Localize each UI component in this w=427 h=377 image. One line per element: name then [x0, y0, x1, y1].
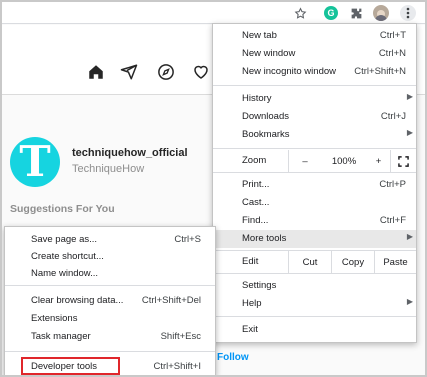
menu-item-label: Settings: [242, 280, 277, 291]
submenu-item-shortcut: Ctrl+Shift+I: [153, 361, 201, 372]
menu-item-more-tools[interactable]: More tools ▶: [213, 230, 416, 248]
submenu-item-shortcut: Shift+Esc: [160, 331, 201, 342]
suggestions-title: Suggestions For You: [10, 203, 115, 215]
menu-divider: [213, 148, 416, 149]
chevron-right-icon: ▶: [406, 92, 413, 101]
submenu-item-label: Clear browsing data...: [31, 295, 124, 306]
menu-item-label: Exit: [242, 324, 258, 335]
cut-button[interactable]: Cut: [288, 251, 331, 273]
submenu-divider: [5, 285, 215, 286]
submenu-item-clear-data[interactable]: Clear browsing data... Ctrl+Shift+Del: [5, 292, 215, 309]
menu-item-print[interactable]: Print... Ctrl+P: [213, 176, 416, 194]
menu-item-shortcut: Ctrl+J: [380, 111, 406, 122]
star-icon[interactable]: [292, 5, 308, 21]
menu-divider: [213, 273, 416, 274]
menu-divider: [213, 172, 416, 173]
menu-item-label: Find...: [242, 215, 269, 226]
menu-item-settings[interactable]: Settings: [213, 277, 416, 295]
menu-item-label: Downloads: [242, 111, 289, 122]
submenu-item-extensions[interactable]: Extensions: [5, 310, 215, 327]
more-tools-submenu: Save page as... Ctrl+S Create shortcut..…: [4, 226, 216, 375]
menu-item-help[interactable]: Help ▶: [213, 295, 416, 313]
fullscreen-icon[interactable]: [390, 150, 416, 172]
menu-item-new-tab[interactable]: New tab Ctrl+T: [213, 27, 416, 45]
menu-item-shortcut: Ctrl+Shift+N: [354, 66, 406, 77]
highlight-box: [21, 357, 120, 375]
submenu-item-shortcut: Ctrl+Shift+Del: [141, 295, 201, 306]
submenu-item-label: Create shortcut...: [31, 251, 104, 262]
submenu-item-label: Name window...: [31, 268, 99, 279]
menu-item-exit[interactable]: Exit: [213, 321, 416, 339]
profile-avatar[interactable]: T: [10, 137, 60, 187]
menu-item-shortcut: Ctrl+F: [379, 215, 406, 226]
menu-item-find[interactable]: Find... Ctrl+F: [213, 212, 416, 230]
menu-dots-icon[interactable]: [400, 5, 416, 21]
copy-button[interactable]: Copy: [331, 251, 374, 273]
menu-item-shortcut: Ctrl+N: [378, 48, 406, 59]
browser-window: G T techniquehow_official TechniqueHow S…: [2, 2, 425, 375]
menu-item-shortcut: Ctrl+P: [379, 179, 406, 190]
chevron-right-icon: ▶: [406, 232, 413, 241]
zoom-out-button[interactable]: –: [288, 150, 321, 172]
menu-item-history[interactable]: History ▶: [213, 90, 416, 108]
extensions-icon[interactable]: [348, 5, 364, 21]
menu-item-cast[interactable]: Cast...: [213, 194, 416, 212]
grammarly-icon[interactable]: G: [323, 5, 339, 21]
submenu-item-label: Extensions: [31, 313, 78, 324]
zoom-in-button[interactable]: +: [367, 150, 390, 172]
profile-full-name: TechniqueHow: [72, 163, 145, 175]
submenu-item-name-window[interactable]: Name window...: [5, 265, 215, 282]
chevron-right-icon: ▶: [406, 128, 413, 137]
menu-item-new-window[interactable]: New window Ctrl+N: [213, 45, 416, 63]
menu-item-label: New window: [242, 48, 296, 59]
submenu-item-label: Task manager: [31, 331, 91, 342]
menu-divider: [213, 316, 416, 317]
explore-icon[interactable]: [157, 63, 177, 83]
menu-item-new-incognito[interactable]: New incognito window Ctrl+Shift+N: [213, 63, 416, 81]
menu-item-label: Cast...: [242, 197, 270, 208]
submenu-item-label: Save page as...: [31, 234, 98, 245]
direct-icon[interactable]: [120, 63, 140, 83]
home-icon[interactable]: [87, 63, 107, 83]
menu-item-label: History: [242, 93, 272, 104]
menu-item-shortcut: Ctrl+T: [379, 30, 406, 41]
submenu-item-task-manager[interactable]: Task manager Shift+Esc: [5, 328, 215, 345]
menu-item-label: More tools: [242, 233, 287, 244]
menu-item-label: New incognito window: [242, 66, 336, 77]
chrome-menu: New tab Ctrl+T New window Ctrl+N New inc…: [212, 23, 417, 343]
edit-label: Edit: [242, 256, 259, 267]
edit-row: Edit Cut Copy Paste: [213, 251, 416, 273]
submenu-item-create-shortcut[interactable]: Create shortcut...: [5, 248, 215, 265]
heart-icon[interactable]: [192, 63, 212, 83]
chevron-right-icon: ▶: [406, 297, 413, 306]
grammarly-letter: G: [324, 6, 338, 20]
avatar[interactable]: [373, 5, 389, 21]
zoom-level: 100%: [331, 155, 357, 167]
menu-item-downloads[interactable]: Downloads Ctrl+J: [213, 108, 416, 126]
zoom-label: Zoom: [242, 155, 267, 166]
menu-divider: [213, 85, 416, 86]
menu-item-label: Print...: [242, 179, 270, 190]
menu-item-bookmarks[interactable]: Bookmarks ▶: [213, 126, 416, 144]
submenu-divider: [5, 351, 215, 352]
browser-toolbar: G: [2, 2, 425, 24]
menu-item-label: Help: [242, 298, 262, 309]
follow-link[interactable]: Follow: [217, 352, 249, 363]
zoom-row: Zoom – 100% +: [213, 150, 416, 172]
submenu-item-shortcut: Ctrl+S: [174, 234, 201, 245]
menu-item-label: New tab: [242, 30, 277, 41]
menu-item-label: Bookmarks: [242, 129, 290, 140]
profile-username[interactable]: techniquehow_official: [72, 147, 188, 159]
submenu-item-save-page[interactable]: Save page as... Ctrl+S: [5, 231, 215, 248]
paste-button[interactable]: Paste: [374, 251, 416, 273]
